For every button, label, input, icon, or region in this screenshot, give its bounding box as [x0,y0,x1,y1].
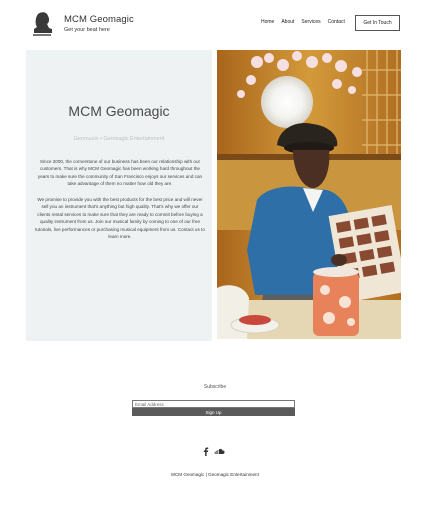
site-header: MCM Geomagic Get your beat here Home Abo… [0,0,430,48]
logo-icon[interactable] [30,11,54,37]
nav-services[interactable]: Services [301,19,320,25]
social-links [203,447,225,456]
sign-up-button[interactable]: Sign Up [132,408,295,416]
brand-name[interactable]: MCM Geomagic [64,14,134,25]
brand-tagline: Get your beat here [64,27,110,33]
hero-photo [217,50,401,339]
about-panel: MCM Geomagic Geomusic • Geomagic Enterta… [26,50,212,341]
footer-text: MCM Geomagic | Geomagic Entertainment [171,472,259,477]
about-body: Since 2000, the cornerstone of our busin… [35,158,205,249]
nav-home[interactable]: Home [261,19,274,25]
get-in-touch-button[interactable]: Get In Touch [355,15,400,31]
subscribe-label: Subscribe [203,384,227,390]
about-paragraph-2: We promise to provide you with the best … [35,196,205,240]
about-title: MCM Geomagic [68,103,170,119]
nav-contact[interactable]: Contact [328,19,345,25]
facebook-icon[interactable] [203,447,209,456]
nav-about[interactable]: About [281,19,294,25]
soundcloud-icon[interactable] [214,448,225,455]
about-paragraph-1: Since 2000, the cornerstone of our busin… [37,159,203,187]
main-nav: Home About Services Contact [261,19,345,25]
about-subtitle: Geomusic • Geomagic Entertainment [73,136,165,142]
email-field[interactable] [132,400,295,408]
brand: MCM Geomagic Get your beat here [64,14,134,33]
